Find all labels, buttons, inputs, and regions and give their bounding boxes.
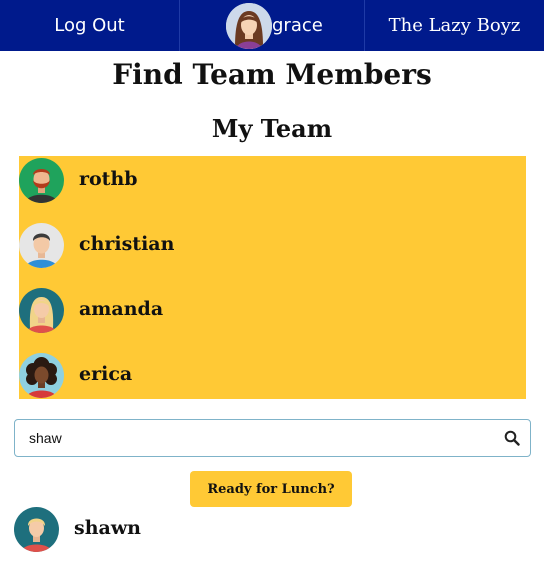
member-name: christian	[79, 232, 175, 255]
team-member-item[interactable]: christian	[19, 223, 174, 268]
team-name: The Lazy Boyz	[388, 15, 521, 36]
member-name: amanda	[79, 297, 164, 320]
team-member-list: rothb christian amanda erica	[19, 156, 526, 399]
navbar: Log Out grace The Lazy Boyz	[0, 0, 544, 51]
username: grace	[272, 15, 323, 36]
user-profile-link[interactable]: grace	[180, 0, 365, 51]
my-team-heading: My Team	[211, 114, 333, 143]
curly-hair-woman-avatar-icon	[19, 353, 64, 398]
logout-link[interactable]: Log Out	[0, 0, 180, 51]
search-result-item[interactable]: shawn	[14, 507, 141, 552]
team-member-item[interactable]: amanda	[19, 288, 163, 333]
team-link[interactable]: The Lazy Boyz	[365, 0, 544, 51]
member-name: rothb	[79, 167, 138, 190]
blonde-man-avatar-icon	[14, 507, 59, 552]
search-icon[interactable]	[504, 430, 520, 446]
woman-avatar-icon	[226, 2, 272, 49]
logout-label: Log Out	[54, 15, 125, 36]
team-member-item[interactable]: rothb	[19, 158, 138, 203]
team-member-item[interactable]: erica	[19, 353, 132, 398]
result-name: shawn	[74, 516, 141, 539]
bearded-man-avatar-icon	[19, 158, 64, 203]
member-name: erica	[79, 362, 133, 385]
ready-for-lunch-button[interactable]: Ready for Lunch?	[190, 471, 352, 507]
blonde-woman-avatar-icon	[19, 288, 64, 333]
search-bar	[14, 419, 531, 457]
man-avatar-icon	[19, 223, 64, 268]
user-avatar	[226, 2, 272, 49]
page-title: Find Team Members	[112, 58, 432, 91]
search-input[interactable]	[29, 428, 489, 448]
